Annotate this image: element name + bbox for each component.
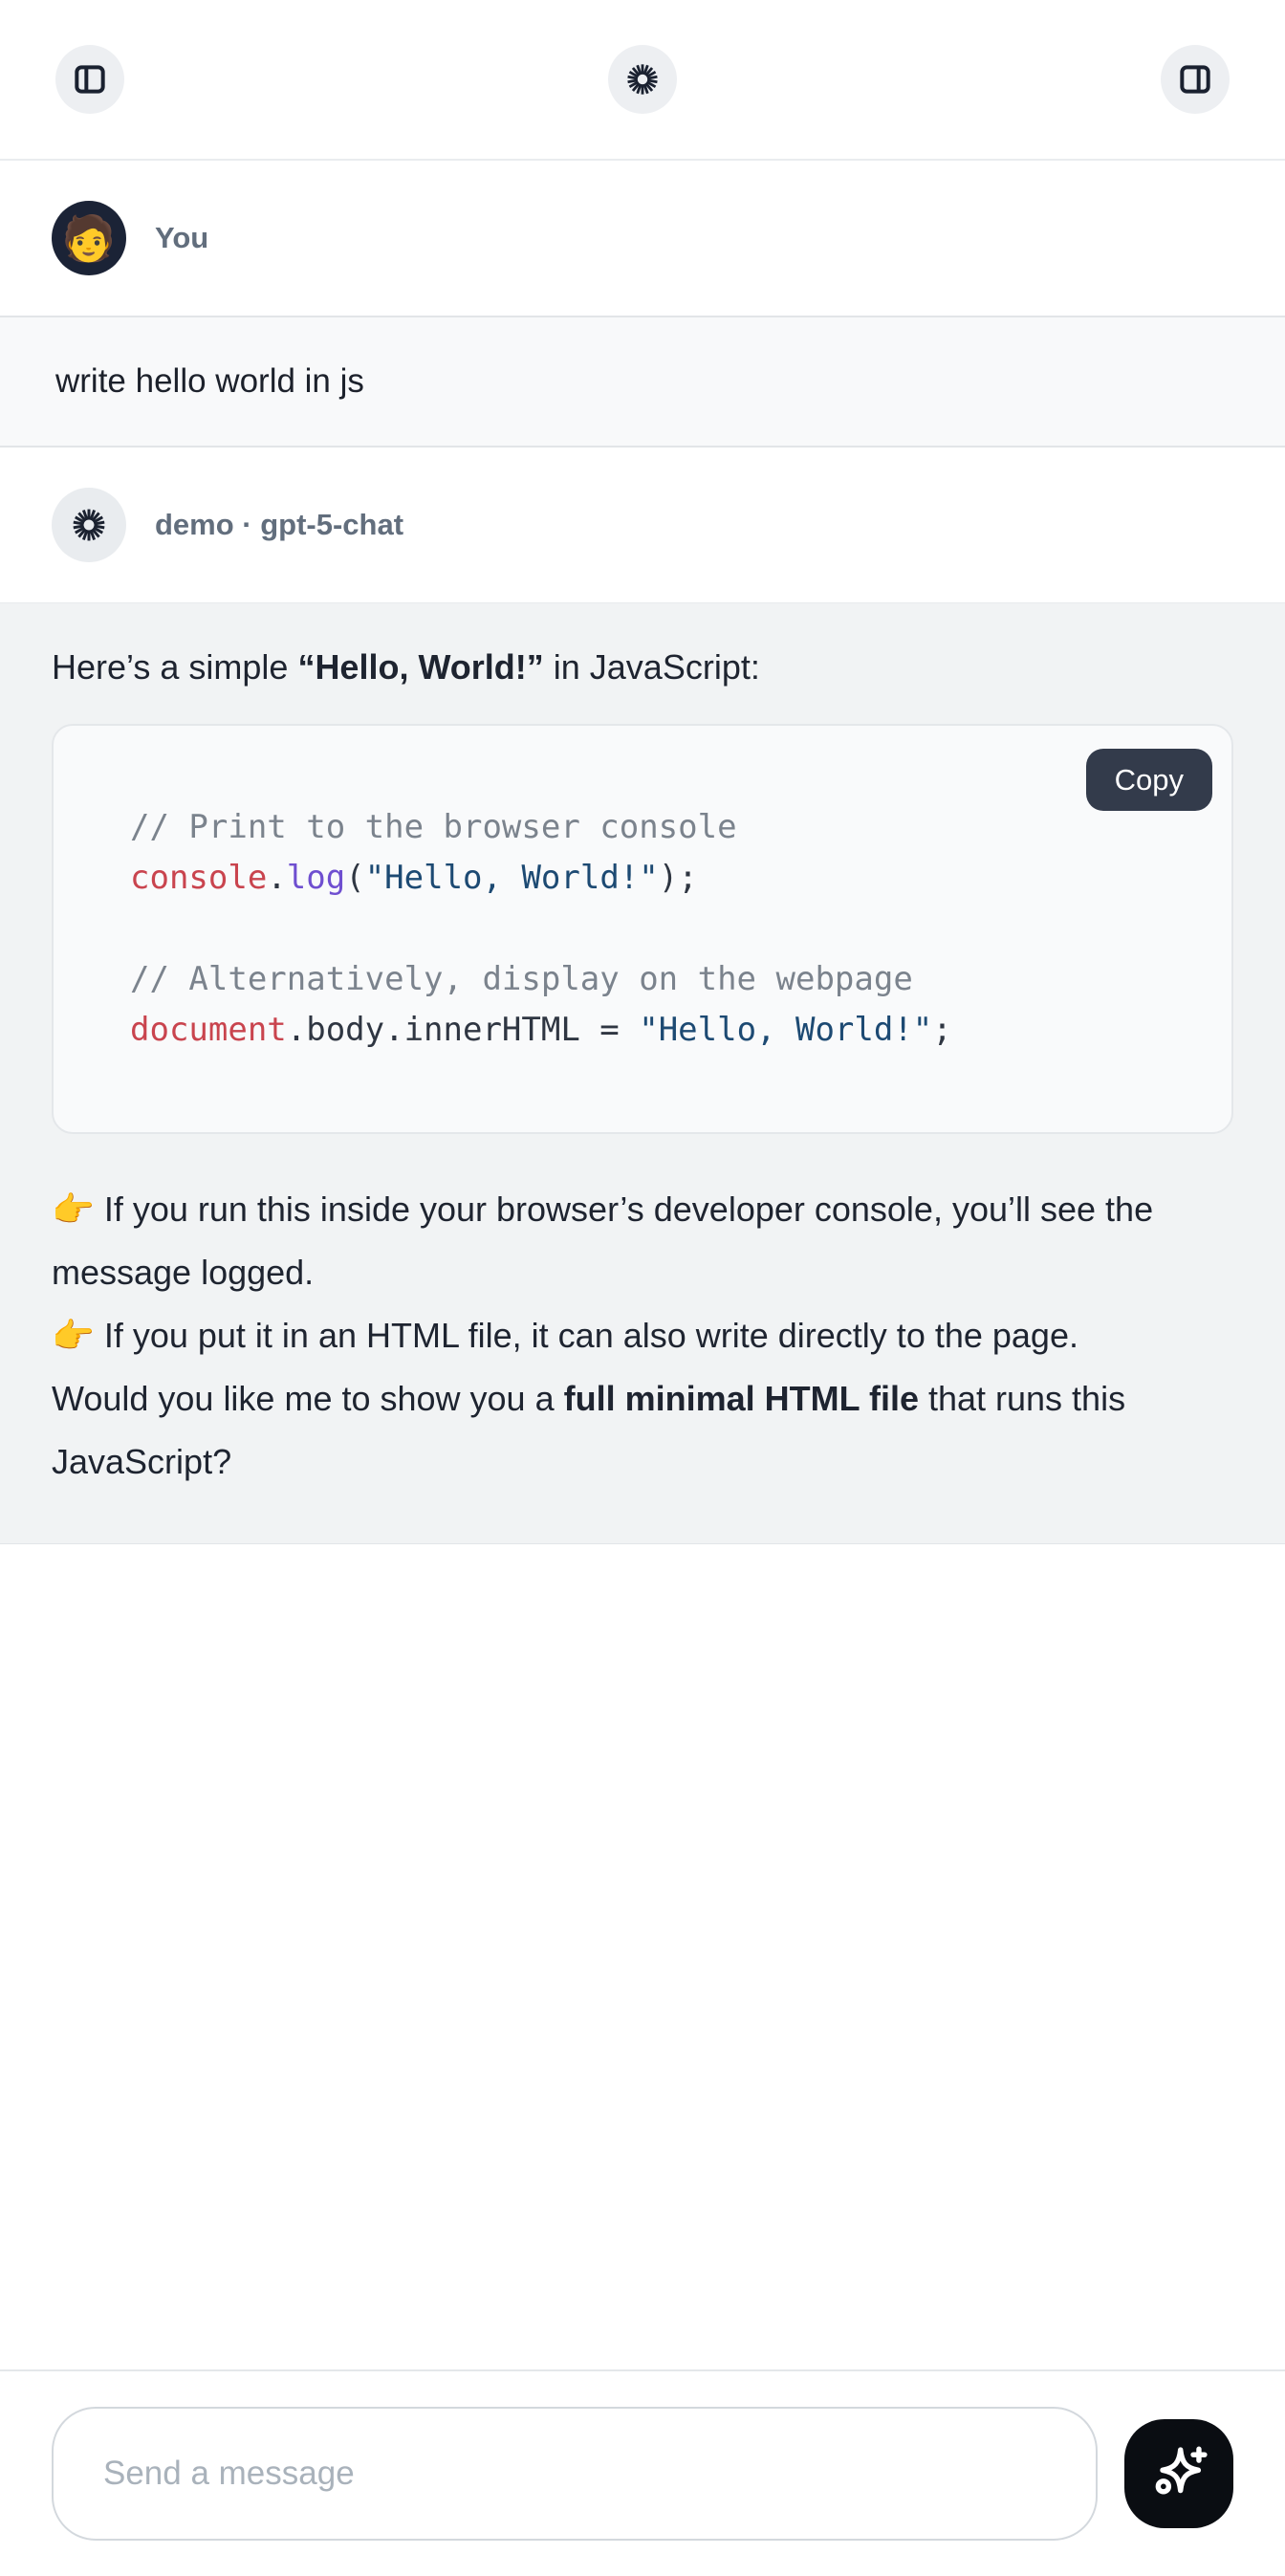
text-run: Would you like me to show you a [52, 1379, 564, 1418]
copy-code-button[interactable]: Copy [1086, 749, 1212, 811]
code-token-keyword: console [130, 859, 267, 897]
code-token-plain: ; [932, 1011, 951, 1049]
code-token-plain: ); [659, 859, 698, 897]
code-lines: // Print to the browser console console.l… [130, 802, 1193, 1056]
send-button[interactable] [1124, 2419, 1233, 2528]
code-block: Copy // Print to the browser console cons… [52, 724, 1233, 1134]
sparkle-plus-icon [1146, 2441, 1211, 2506]
tip-line: 👉 If you put it in an HTML file, it can … [52, 1304, 1233, 1367]
assistant-intro-paragraph: Here’s a simple “Hello, World!” in JavaS… [52, 636, 1233, 699]
assistant-message: Here’s a simple “Hello, World!” in JavaS… [0, 602, 1285, 1544]
bold-text-run: full minimal HTML file [564, 1379, 919, 1418]
starburst-icon [623, 60, 662, 98]
message-input[interactable] [52, 2407, 1098, 2541]
assistant-avatar [52, 488, 126, 562]
user-author-row: 🧑 You [0, 161, 1285, 316]
composer-bar [0, 2369, 1285, 2576]
code-token-function: log [287, 859, 345, 897]
right-panel-toggle-button[interactable] [1161, 45, 1230, 114]
code-token-comment: // Alternatively, display on the webpage [130, 960, 913, 998]
code-token-string: "Hello, World!" [365, 859, 659, 897]
panel-right-icon [1176, 60, 1214, 98]
model-button[interactable] [608, 45, 677, 114]
user-author-name: You [155, 221, 208, 255]
code-token-plain: ( [345, 859, 364, 897]
text-run: in JavaScript: [544, 647, 760, 687]
panel-left-icon [71, 60, 109, 98]
sidebar-toggle-button[interactable] [55, 45, 124, 114]
assistant-question-paragraph: Would you like me to show you a full min… [52, 1367, 1233, 1494]
user-avatar-emoji: 🧑 [61, 216, 116, 260]
code-token-plain: . [267, 859, 286, 897]
assistant-tips-paragraph: 👉 If you run this inside your browser’s … [52, 1178, 1233, 1367]
code-line: // Alternatively, display on the webpage [130, 954, 1193, 1005]
user-message: write hello world in js [0, 316, 1285, 448]
code-line: document.body.innerHTML = "Hello, World!… [130, 1005, 1193, 1056]
tip-line: 👉 If you run this inside your browser’s … [52, 1178, 1233, 1304]
assistant-author-row: demo · gpt-5-chat [0, 448, 1285, 602]
code-token-string: "Hello, World!" [639, 1011, 932, 1049]
code-line: // Print to the browser console [130, 802, 1193, 853]
bold-text-run: “Hello, World!” [297, 647, 543, 687]
code-token-plain: .body.innerHTML = [287, 1011, 639, 1049]
code-line [130, 904, 1193, 954]
starburst-icon [69, 505, 109, 545]
chat-app: 🧑 You write hello world in js demo · gpt… [0, 0, 1285, 2576]
user-avatar: 🧑 [52, 201, 126, 275]
code-line: console.log("Hello, World!"); [130, 853, 1193, 904]
text-run: Here’s a simple [52, 647, 297, 687]
user-message-text: write hello world in js [55, 362, 364, 401]
code-token-keyword: document [130, 1011, 287, 1049]
code-token-comment: // Print to the browser console [130, 808, 737, 846]
assistant-author-name: demo · gpt-5-chat [155, 508, 403, 542]
empty-chat-space [0, 1544, 1285, 2369]
top-bar [0, 0, 1285, 161]
